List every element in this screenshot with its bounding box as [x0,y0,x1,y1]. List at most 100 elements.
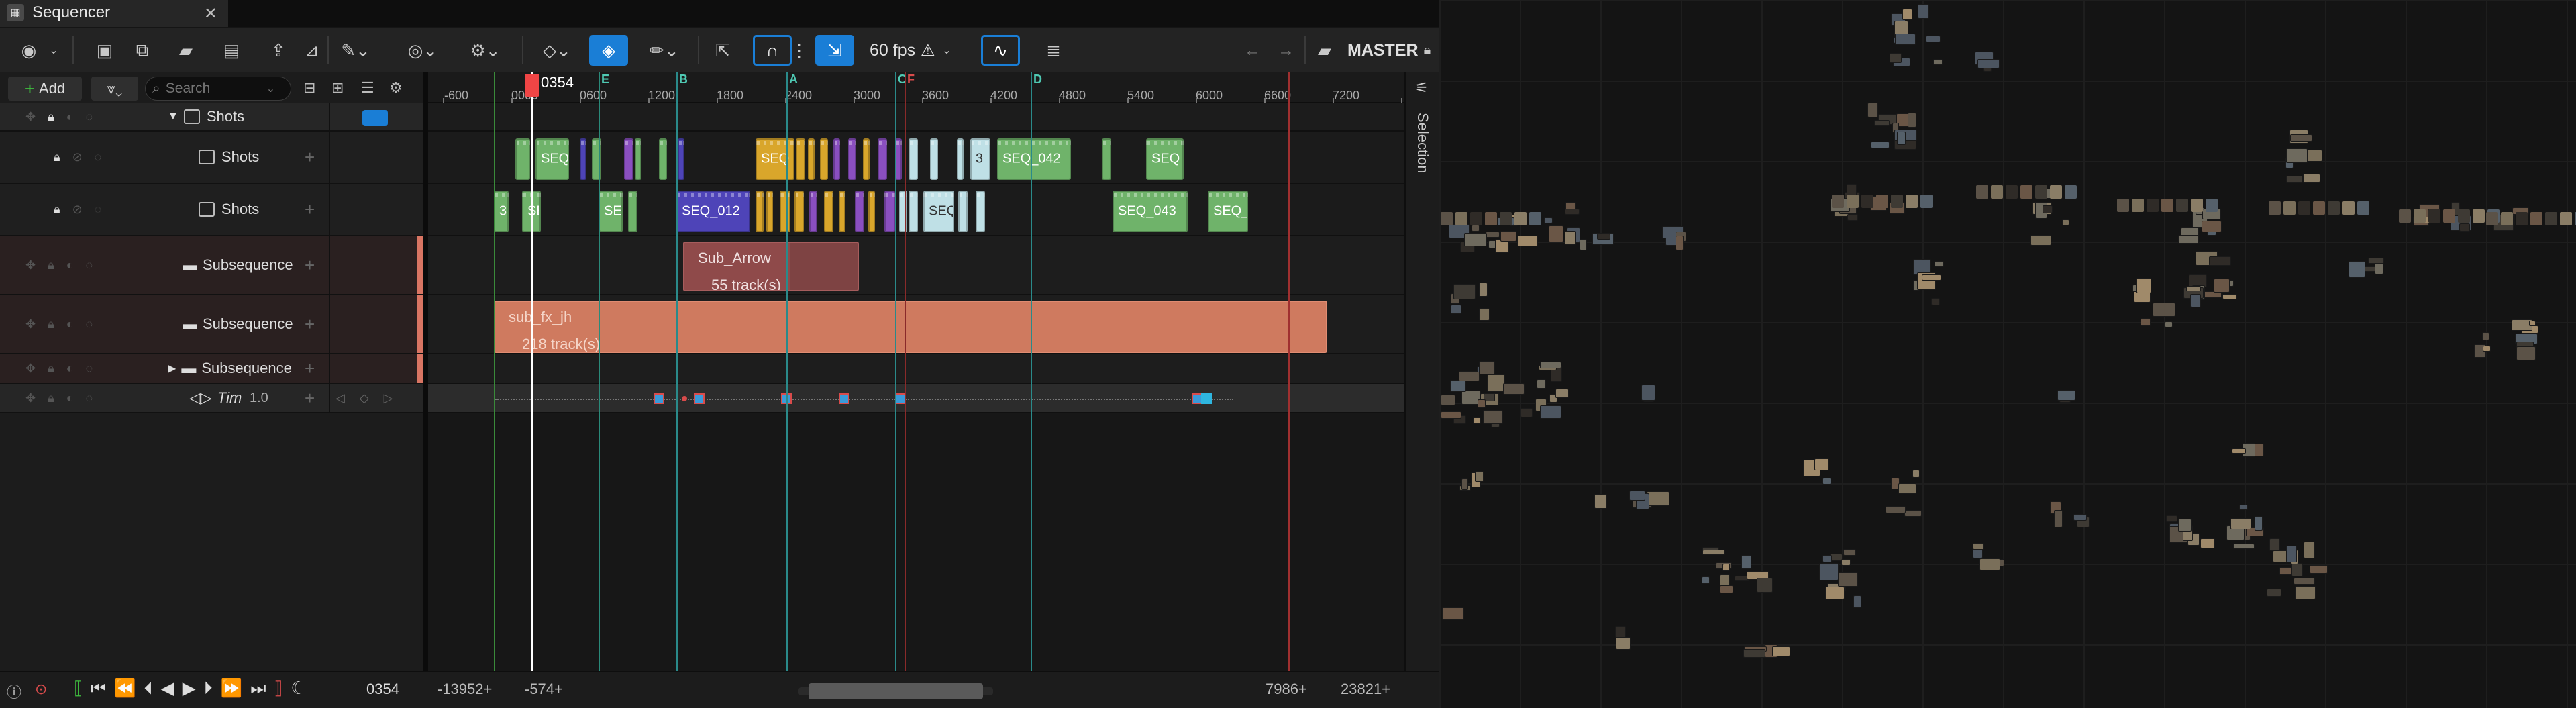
media-thumbnail[interactable] [2545,212,2557,225]
media-thumbnail[interactable] [1503,383,1525,395]
media-thumbnail[interactable] [1902,8,1913,21]
media-thumbnail[interactable] [1847,214,1858,221]
shot-section[interactable]: SEQ [535,138,569,180]
camera-cut-icon[interactable] [362,110,388,126]
media-thumbnail[interactable] [2232,448,2246,454]
shot-section[interactable]: SEQ_ [1208,191,1248,232]
keyframe[interactable] [654,393,664,404]
media-thumbnail[interactable] [1458,371,1480,381]
track-row-subsequence[interactable]: ✥ 🔒︎ ◐ ◌ ▶ ▬ Subsequence + [0,354,423,384]
solo-icon[interactable]: ◐ [66,110,74,124]
fps-selector[interactable]: 60 fps [870,35,915,66]
shot-section[interactable] [824,191,833,232]
media-thumbnail[interactable] [1647,491,1669,507]
shot-section[interactable] [756,191,764,232]
shot-section[interactable] [808,138,815,180]
track-row-shots-root[interactable]: ✥ 🔒︎ ◐ ◌ ▼ Shots [0,103,423,132]
media-thumbnail[interactable] [2428,209,2440,223]
media-thumbnail[interactable] [1922,274,1942,281]
media-thumbnail[interactable] [1455,212,1467,225]
add-section-icon[interactable]: + [305,295,315,353]
media-thumbnail[interactable] [2191,199,2203,212]
media-thumbnail[interactable] [1814,458,1829,470]
media-thumbnail[interactable] [1886,505,1906,513]
media-thumbnail[interactable] [1482,409,1503,425]
media-thumbnail[interactable] [1475,470,1484,482]
marker-label[interactable]: E [601,72,609,87]
search-box[interactable]: ⌕ ⌄ [145,77,291,101]
breadcrumb-master[interactable]: MASTER [1347,35,1419,66]
mute-icon[interactable]: ◌ [86,110,93,124]
expand-icon[interactable]: ⊞ [331,79,344,97]
forward-arrow-icon[interactable]: → [1278,35,1294,66]
media-thumbnail[interactable] [2342,201,2355,215]
media-thumbnail[interactable] [1555,388,1569,398]
media-thumbnail[interactable] [2285,148,2308,164]
subsequence-section-sub-arrow[interactable]: Sub_Arrow 55 track(s) [683,242,859,291]
media-thumbnail[interactable] [2042,205,2053,214]
media-thumbnail[interactable] [1514,212,1527,225]
media-thumbnail[interactable] [2186,285,2201,291]
jump-to-start-icon[interactable]: ⏮ [91,678,106,699]
media-thumbnail[interactable] [2458,209,2470,223]
media-thumbnail[interactable] [1441,395,1456,406]
media-thumbnail[interactable] [1925,36,1941,42]
media-thumbnail[interactable] [2286,176,2303,183]
media-thumbnail[interactable] [1838,572,1859,587]
timeline-area[interactable]: -600000006001200180024003000360042004800… [428,72,1404,671]
media-thumbnail[interactable] [2309,564,2328,574]
media-thumbnail[interactable] [1478,361,1496,375]
media-thumbnail[interactable] [2073,513,2087,521]
media-thumbnail[interactable] [2307,149,2322,162]
media-thumbnail[interactable] [2303,173,2321,183]
lock-icon[interactable]: 🔒︎ [48,362,54,376]
solo-icon[interactable]: ◐ [66,258,74,272]
media-thumbnail[interactable] [1478,283,1488,297]
media-thumbnail[interactable] [1702,549,1725,555]
media-thumbnail[interactable] [1549,225,1564,242]
media-thumbnail[interactable] [1843,548,1856,556]
shot-section[interactable] [796,138,805,180]
sliders-icon[interactable]: ⚟ [1415,79,1429,97]
chevron-down-icon[interactable]: ⌄ [939,35,954,66]
media-thumbnail[interactable] [2239,504,2249,510]
shot-section[interactable] [624,138,633,180]
media-thumbnail[interactable] [1891,195,1903,208]
shot-section[interactable] [958,191,968,232]
render-icon[interactable]: ▤ [215,35,248,66]
gear-icon[interactable]: ⚙ [389,79,403,97]
media-thumbnail[interactable] [1874,120,1890,126]
media-thumbnail[interactable] [2283,201,2296,215]
step-back-frame-icon[interactable]: ⏴ [144,678,153,699]
filter-button[interactable]: ⩔⌄ [91,77,138,101]
media-thumbnail[interactable] [2050,185,2062,199]
media-thumbnail[interactable] [2177,518,2192,532]
loop-icon[interactable]: ☾ [291,678,306,699]
step-forward-frame-icon[interactable]: ⏵ [204,678,213,699]
media-thumbnail[interactable] [1991,185,2003,199]
shot-section[interactable] [780,191,790,232]
shot-section[interactable]: 3 [970,138,990,180]
media-thumbnail[interactable] [1904,509,1922,517]
media-thumbnail[interactable] [1441,411,1462,419]
track-row-subsequence[interactable]: ✥ 🔒︎ ◐ ◌ ▬ Subsequence + [0,295,423,354]
media-thumbnail[interactable] [2294,586,2316,600]
view-end-field[interactable]: 7986+ [1266,680,1307,698]
media-thumbnail[interactable] [1896,131,1906,146]
media-thumbnail[interactable] [2294,577,2316,585]
media-thumbnail[interactable] [1702,576,1710,584]
add-track-button[interactable]: + Add [8,77,82,101]
media-thumbnail[interactable] [1473,417,1482,425]
expand-arrow-icon[interactable]: ▶ [168,362,176,375]
auto-key-icon[interactable]: ◈ [589,35,628,66]
search-input[interactable] [165,81,266,97]
media-thumbnail[interactable] [1920,195,1933,208]
mute-icon[interactable]: ◌ [86,317,93,332]
media-thumbnail[interactable] [2030,235,2051,246]
pin-icon[interactable]: ✥ [25,317,36,332]
media-thumbnail[interactable] [1580,238,1587,251]
media-thumbnail[interactable] [2348,261,2366,279]
media-thumbnail[interactable] [2141,318,2151,326]
step-forward-key-icon[interactable]: ⏩ [221,678,242,699]
media-thumbnail[interactable] [1463,233,1487,246]
